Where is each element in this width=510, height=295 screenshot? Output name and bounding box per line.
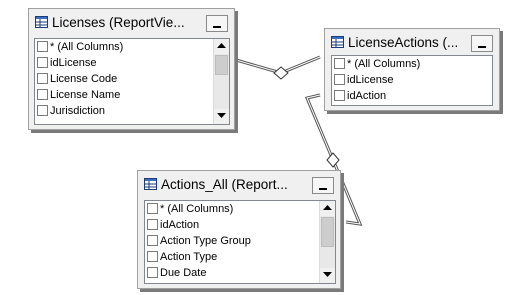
vertical-scrollbar[interactable] (213, 39, 229, 124)
column-row[interactable]: Action Type Group (145, 233, 335, 249)
column-name: License Code (50, 73, 118, 85)
minimize-button[interactable] (206, 15, 228, 32)
column-row[interactable]: License Name (35, 87, 229, 103)
column-name: License Name (50, 89, 121, 101)
column-checkbox[interactable] (147, 203, 158, 214)
column-name: idLicense (50, 57, 97, 69)
column-name: Due Date (160, 267, 207, 279)
column-name: * (All Columns) (347, 58, 421, 70)
column-checkbox[interactable] (147, 267, 158, 278)
column-name: Action Type Group (160, 235, 251, 247)
vertical-scrollbar[interactable] (319, 201, 335, 283)
table-title: LicenseActions (... (348, 35, 459, 50)
table-icon (331, 36, 344, 48)
column-list[interactable]: * (All Columns) idLicense License Code L… (34, 38, 230, 125)
arrow-up-icon (323, 205, 332, 210)
column-name: idLicense (347, 74, 394, 86)
column-row[interactable]: Jurisdiction (35, 103, 229, 119)
scroll-thumb[interactable] (215, 55, 228, 75)
scroll-down-button[interactable] (214, 109, 229, 124)
table-titlebar[interactable]: Actions_All (Report... (144, 177, 334, 194)
arrow-down-icon (323, 272, 332, 277)
table-icon (35, 16, 48, 28)
column-checkbox[interactable] (147, 235, 158, 246)
table-window-licenses[interactable]: Licenses (ReportVie... * (All Columns) i… (28, 8, 235, 130)
column-checkbox[interactable] (37, 41, 48, 52)
column-name: * (All Columns) (50, 41, 124, 53)
scroll-up-button[interactable] (214, 39, 229, 54)
table-title: Licenses (ReportVie... (52, 15, 185, 30)
column-row[interactable]: * (All Columns) (35, 39, 229, 55)
column-row[interactable]: * (All Columns) (145, 201, 335, 217)
minimize-button[interactable] (471, 35, 493, 52)
arrow-up-icon (217, 43, 226, 48)
column-checkbox[interactable] (334, 58, 345, 69)
table-titlebar[interactable]: Licenses (ReportVie... (35, 15, 228, 32)
column-checkbox[interactable] (37, 73, 48, 84)
column-name: idAction (160, 219, 200, 231)
relationship-diamond (326, 152, 340, 168)
table-icon (144, 178, 157, 190)
column-checkbox[interactable] (37, 57, 48, 68)
column-row[interactable]: idAction (332, 88, 492, 104)
column-row[interactable]: idLicense (332, 72, 492, 88)
column-row[interactable]: License Code (35, 71, 229, 87)
column-name: * (All Columns) (160, 203, 234, 215)
minimize-button[interactable] (312, 177, 334, 194)
column-name: Jurisdiction (50, 105, 106, 117)
column-list[interactable]: * (All Columns) idLicense idAction (331, 55, 493, 106)
column-row[interactable]: * (All Columns) (332, 56, 492, 72)
table-window-actions-all[interactable]: Actions_All (Report... * (All Columns) i… (137, 170, 341, 289)
scroll-up-button[interactable] (320, 201, 335, 216)
column-name: idAction (347, 90, 387, 102)
column-list[interactable]: * (All Columns) idAction Action Type Gro… (144, 200, 336, 284)
scroll-down-button[interactable] (320, 268, 335, 283)
table-titlebar[interactable]: LicenseActions (... (331, 35, 493, 52)
column-checkbox[interactable] (147, 251, 158, 262)
column-checkbox[interactable] (147, 219, 158, 230)
column-row[interactable]: idLicense (35, 55, 229, 71)
column-checkbox[interactable] (37, 105, 48, 116)
scroll-thumb[interactable] (321, 217, 334, 247)
column-checkbox[interactable] (334, 90, 345, 101)
table-window-licenseactions[interactable]: LicenseActions (... * (All Columns) idLi… (324, 28, 500, 111)
column-row[interactable]: Due Date (145, 265, 335, 281)
column-row[interactable]: Action Type (145, 249, 335, 265)
relationship-diamond (273, 66, 289, 80)
column-checkbox[interactable] (37, 89, 48, 100)
table-title: Actions_All (Report... (161, 177, 288, 192)
column-row[interactable]: idAction (145, 217, 335, 233)
column-name: Action Type (160, 251, 218, 263)
column-checkbox[interactable] (334, 74, 345, 85)
arrow-down-icon (217, 113, 226, 118)
